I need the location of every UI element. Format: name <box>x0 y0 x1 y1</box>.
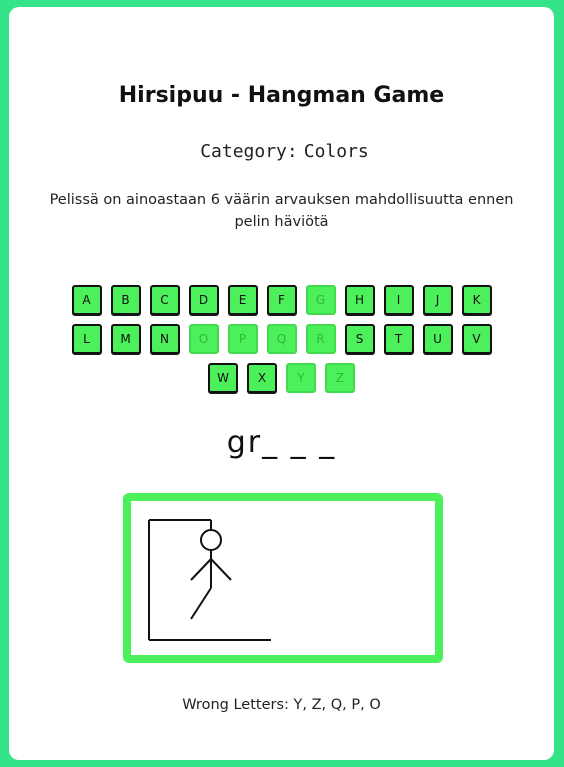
letter-key-j[interactable]: J <box>422 285 453 315</box>
keyboard-row: LMNOPQRSTUV <box>9 324 554 354</box>
keyboard-row: ABCDEFGHIJK <box>9 285 554 315</box>
letter-key-y: Y <box>286 363 316 393</box>
letter-key-c[interactable]: C <box>149 285 180 315</box>
letter-key-t[interactable]: T <box>383 324 414 354</box>
letter-key-u[interactable]: U <box>422 324 453 354</box>
game-card: Hirsipuu - Hangman Game Category: Colors … <box>9 7 554 760</box>
letter-key-k[interactable]: K <box>461 285 492 315</box>
letter-key-g: G <box>305 285 336 315</box>
letter-keyboard: ABCDEFGHIJK LMNOPQRSTUV WXYZ <box>9 285 554 402</box>
letter-key-a[interactable]: A <box>71 285 102 315</box>
letter-key-h[interactable]: H <box>344 285 375 315</box>
letter-key-p: P <box>227 324 258 354</box>
word-display: gr_ _ _ <box>226 425 337 460</box>
hangman-left-arm <box>190 558 212 581</box>
hangman-drawing <box>123 493 443 663</box>
letter-key-q: Q <box>266 324 297 354</box>
letter-key-z: Z <box>325 363 355 393</box>
hangman-head <box>200 529 222 551</box>
letter-key-i[interactable]: I <box>383 285 414 315</box>
hangman-left-leg <box>190 587 212 620</box>
category-label: Category: <box>200 141 298 162</box>
letter-key-m[interactable]: M <box>110 324 141 354</box>
letter-key-o: O <box>188 324 219 354</box>
letter-key-r: R <box>305 324 336 354</box>
rules-info: Pelissä on ainoastaan 6 väärin arvauksen… <box>49 192 514 230</box>
letter-key-b[interactable]: B <box>110 285 141 315</box>
keyboard-row: WXYZ <box>9 363 554 393</box>
letter-key-x[interactable]: X <box>247 363 277 393</box>
wrong-letters: Wrong Letters: Y, Z, Q, P, O <box>182 697 381 713</box>
page-title: Hirsipuu - Hangman Game <box>118 83 445 108</box>
letter-key-l[interactable]: L <box>71 324 102 354</box>
letter-key-f[interactable]: F <box>266 285 297 315</box>
hangman-right-arm <box>210 558 232 581</box>
hangman-figure <box>148 519 271 641</box>
letter-key-d[interactable]: D <box>188 285 219 315</box>
letter-key-n[interactable]: N <box>149 324 180 354</box>
letter-key-v[interactable]: V <box>461 324 492 354</box>
category-value: Colors <box>303 141 369 162</box>
category-line: Category: Colors <box>9 141 554 162</box>
letter-key-w[interactable]: W <box>208 363 238 393</box>
letter-key-e[interactable]: E <box>227 285 258 315</box>
letter-key-s[interactable]: S <box>344 324 375 354</box>
